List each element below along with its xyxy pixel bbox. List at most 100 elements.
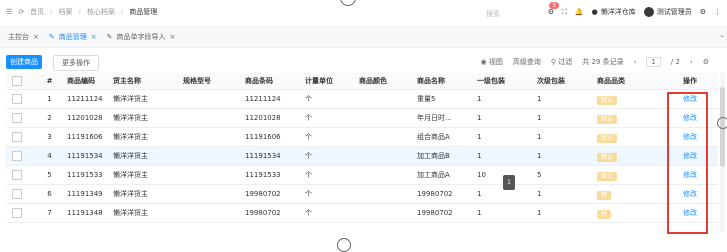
header-action: 操作: [683, 77, 697, 85]
toolbar: 创建商品 更多操作 ◉ 视图 高级查询 ⚲ 过滤 共 29 条记录 ‹ 1 / …: [0, 55, 727, 71]
tab-label: 商品管理: [58, 33, 87, 41]
search-input[interactable]: 搜索: [486, 9, 500, 19]
table-row[interactable]: 4 11191534 懒洋洋货主 11191534 个 加工商品B 1 1 默认…: [6, 147, 718, 166]
category-badge: 默认: [597, 152, 618, 162]
advanced-search-button[interactable]: 高级查询: [513, 57, 541, 67]
row-unit: 个: [305, 190, 312, 198]
row-name: 组合商品A: [417, 133, 450, 141]
table-row[interactable]: 6 11191349 懒洋洋货主 19980702 个 19980702 1 1…: [6, 185, 718, 204]
create-product-button[interactable]: 创建商品: [6, 55, 42, 69]
close-icon[interactable]: ×: [33, 33, 39, 41]
settings-icon[interactable]: ⚙: [703, 58, 709, 66]
row-code: 11191606: [67, 133, 103, 141]
row-index: 7: [47, 209, 52, 217]
page-total: / 2: [670, 58, 680, 66]
row-owner: 懒洋洋货主: [113, 114, 148, 122]
tab-dashboard[interactable]: 主控台 ×: [8, 32, 39, 42]
refresh-icon[interactable]: ⟳: [18, 8, 24, 16]
tab-label: 主控台: [8, 33, 29, 41]
tab-label: 商品单字段导入: [116, 33, 166, 41]
row-checkbox[interactable]: [6, 113, 32, 123]
top-circle-icon: [340, 0, 356, 6]
row-barcode: 11201028: [245, 114, 281, 122]
row-barcode: 11191534: [245, 152, 281, 160]
more-actions-button[interactable]: 更多操作: [53, 55, 99, 71]
warehouse-user[interactable]: ● 懒洋洋仓库: [592, 7, 636, 17]
header-category: 商品品类: [597, 77, 625, 85]
table-row[interactable]: 1 11211124 懒洋洋货主 11211124 个 重量5 1 1 默认 修…: [6, 90, 718, 109]
row-name: 19980702: [417, 190, 453, 198]
row-owner: 懒洋洋货主: [113, 95, 148, 103]
checkbox[interactable]: [12, 151, 22, 161]
row-checkbox[interactable]: [6, 94, 32, 104]
row-checkbox[interactable]: [6, 208, 32, 218]
select-all-checkbox[interactable]: [6, 76, 32, 86]
checkbox[interactable]: [12, 94, 22, 104]
checkbox[interactable]: [12, 132, 22, 142]
row-code: 11191349: [67, 190, 103, 198]
checkbox[interactable]: [12, 76, 22, 86]
table-row[interactable]: 3 11191606 懒洋洋货主 11191606 个 组合商品A 1 1 默认…: [6, 128, 718, 147]
avatar: [643, 7, 654, 17]
close-icon[interactable]: ×: [170, 33, 176, 41]
row-pack2: 5: [537, 171, 542, 179]
row-checkbox[interactable]: [6, 170, 32, 180]
table-row[interactable]: 2 11201028 懒洋洋货主 11201028 个 年月日时... 1 1 …: [6, 109, 718, 128]
category-badge: 默认: [597, 171, 618, 181]
tooltip: 1: [503, 175, 515, 190]
row-category: 默认: [597, 133, 663, 143]
breadcrumb-separator: /: [50, 8, 53, 16]
breadcrumb-home[interactable]: 首页: [30, 7, 44, 17]
page-input[interactable]: 1: [646, 57, 661, 67]
product-icon: ✎: [48, 33, 55, 41]
row-category: 默认: [597, 152, 663, 162]
tab-products[interactable]: ✎ 商品管理 ×: [49, 32, 97, 42]
row-unit: 个: [305, 171, 312, 179]
header-index: #: [46, 77, 53, 85]
top-bar: ☰ ⟳ 首页 / 档案 / 核心档案 / 商品管理 搜索 ⚙ 3 ⛶ 🔔 ● 懒洋洋…: [0, 0, 727, 27]
row-code: 11191348: [67, 209, 103, 217]
breadcrumb-core-archive[interactable]: 核心档案: [87, 7, 115, 17]
header-owner: 货主名称: [113, 77, 141, 85]
row-index: 1: [47, 95, 52, 103]
admin-name: 测试管理员: [656, 8, 692, 16]
row-barcode: 19980702: [245, 209, 281, 217]
menu-icon[interactable]: ☰: [6, 8, 12, 16]
prev-page-icon[interactable]: ‹: [634, 58, 637, 66]
vertical-scrollbar[interactable]: [720, 73, 725, 233]
row-unit: 个: [305, 114, 312, 122]
checkbox[interactable]: [12, 208, 22, 218]
tab-single-import[interactable]: ✎ 商品单字段导入 ×: [107, 32, 176, 42]
table-row[interactable]: 5 11191533 懒洋洋货主 11191533 个 加工商品A 10 5 默…: [6, 166, 718, 185]
view-button[interactable]: ◉ 视图: [481, 57, 503, 67]
row-pack2: 1: [537, 133, 542, 141]
row-owner: 懒洋洋货主: [113, 209, 148, 217]
checkbox[interactable]: [12, 113, 22, 123]
bell-icon[interactable]: 🔔: [575, 8, 584, 16]
chevron-down-icon[interactable]: ⌄: [719, 31, 725, 39]
settings-icon[interactable]: ⚙: [700, 8, 706, 16]
row-pack2: 1: [537, 152, 542, 160]
close-icon[interactable]: ×: [91, 33, 97, 41]
next-page-icon[interactable]: ›: [690, 58, 693, 66]
admin-user[interactable]: 测试管理员: [643, 7, 692, 17]
notification-icon[interactable]: ⚙ 3: [548, 2, 559, 16]
row-code: 11191534: [67, 152, 103, 160]
header-spec: 规格型号: [183, 77, 211, 85]
row-checkbox[interactable]: [6, 151, 32, 161]
filter-button[interactable]: ⚲ 过滤: [551, 57, 572, 67]
header-unit: 计量单位: [305, 77, 333, 85]
more-icon[interactable]: ⋮: [714, 8, 721, 16]
checkbox[interactable]: [12, 189, 22, 199]
row-name: 重量5: [417, 95, 436, 103]
row-checkbox[interactable]: [6, 132, 32, 142]
table-row[interactable]: 7 11191348 懒洋洋货主 19980702 个 19980702 1 1…: [6, 204, 718, 223]
row-unit: 个: [305, 152, 312, 160]
fullscreen-icon[interactable]: ⛶: [562, 8, 567, 17]
category-badge: 默认: [597, 133, 618, 143]
row-checkbox[interactable]: [6, 189, 32, 199]
checkbox[interactable]: [12, 170, 22, 180]
header-barcode: 商品条码: [245, 77, 273, 85]
breadcrumb-archive[interactable]: 档案: [59, 7, 73, 17]
row-pack1: 1: [477, 114, 482, 122]
